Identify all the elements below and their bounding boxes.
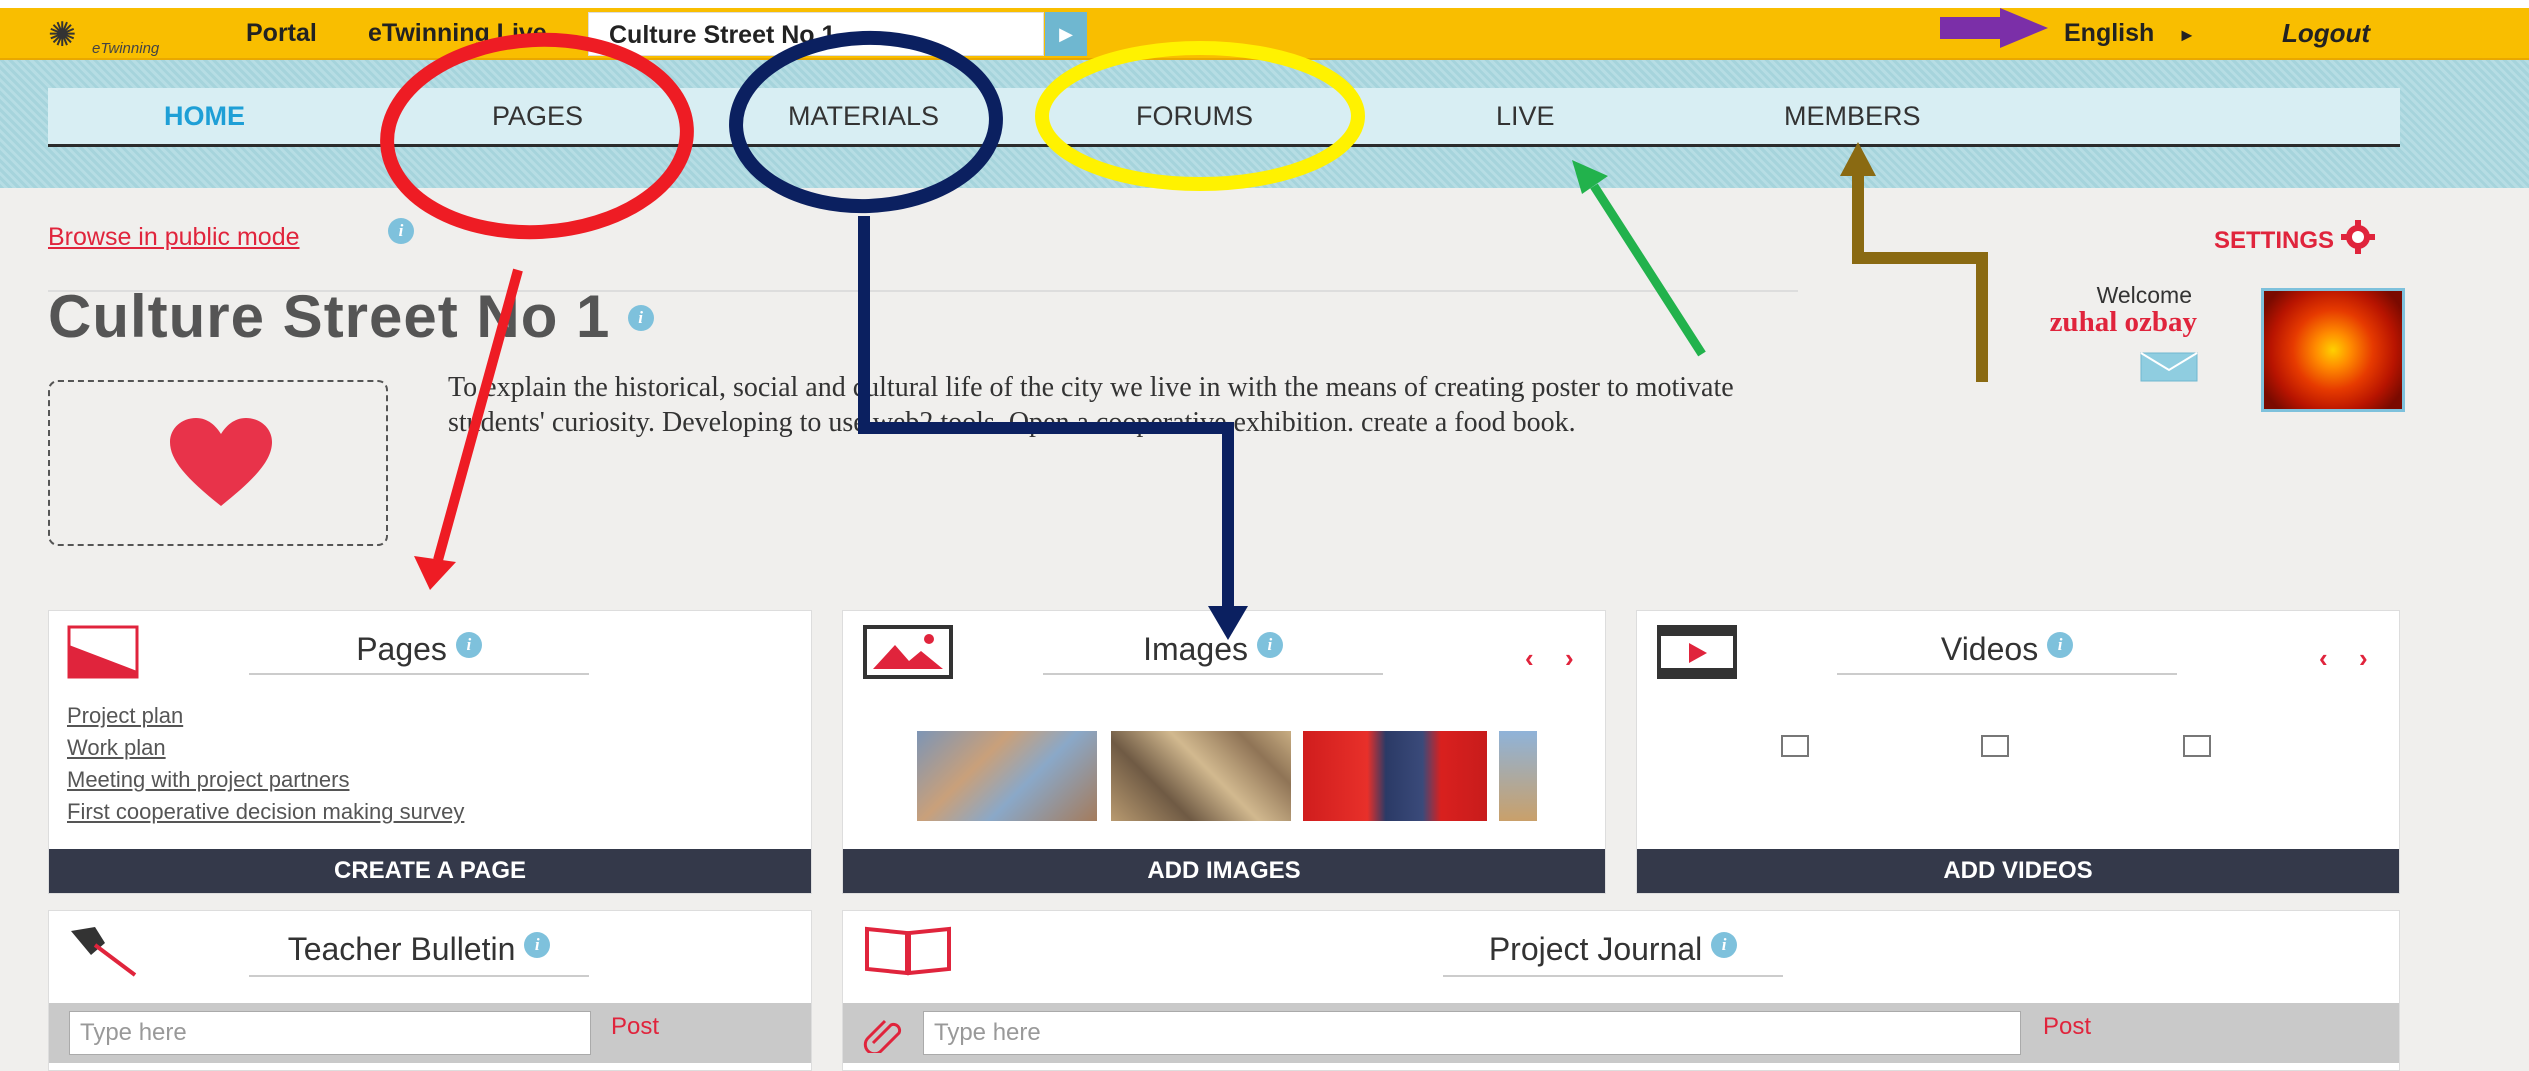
annotation-overlay: [380, 8, 2048, 640]
navy-arrow-annotation: [858, 216, 1248, 640]
yellow-circle-annotation: [1035, 41, 1365, 191]
red-arrow-annotation: [414, 268, 523, 590]
purple-arrow-annotation: [1940, 8, 2048, 48]
navy-circle-annotation: [729, 30, 1003, 214]
brown-arrow-annotation: [1840, 142, 1988, 382]
red-circle-annotation: [380, 32, 694, 240]
green-arrow-annotation: [1572, 160, 1706, 357]
